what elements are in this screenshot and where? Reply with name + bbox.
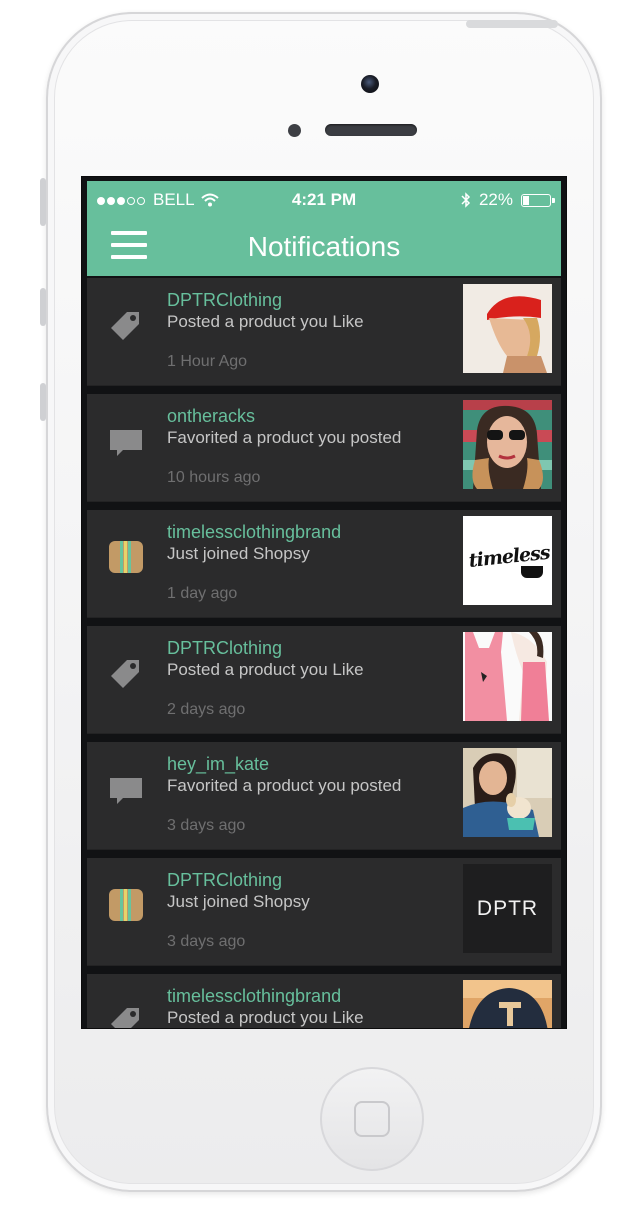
proximity-sensor [288,124,301,137]
speech-bubble-icon [107,422,145,460]
notification-time: 1 Hour Ago [167,353,248,370]
shopsy-app-icon [107,538,145,576]
navigation-bar: Notifications [87,219,561,276]
app-screen: BELL 4:21 PM 22% Notifications DPTRCloth… [81,176,567,1029]
notification-time: 2 days ago [167,701,246,718]
notification-time: 1 day ago [167,585,238,602]
notification-row[interactable]: DPTRClothing Just joined Shopsy 3 days a… [87,858,561,966]
cap-photo[interactable] [463,980,552,1028]
timeless-logo[interactable]: timeless [463,516,552,605]
front-camera [361,75,379,93]
notification-action: Posted a product you Like [167,1008,364,1027]
notification-row[interactable]: ontheracks Favorited a product you poste… [87,394,561,502]
volume-up-button [40,288,46,326]
notification-action: Favorited a product you posted [167,428,402,447]
notification-action: Posted a product you Like [167,660,364,679]
dptr-logo-text: DPTR [476,897,539,920]
notification-row[interactable]: timelessclothingbrand Just joined Shopsy… [87,510,561,618]
notification-list[interactable]: DPTRClothing Posted a product you Like 1… [87,278,561,1028]
earpiece-speaker [325,124,417,136]
notification-action: Favorited a product you posted [167,776,402,795]
home-button[interactable] [320,1067,424,1171]
red-beanie-photo[interactable] [463,284,552,373]
notification-row[interactable]: hey_im_kate Favorited a product you post… [87,742,561,850]
dptr-logo[interactable]: DPTR [463,864,552,953]
pink-tank-top-photo[interactable] [463,632,552,721]
volume-down-button [40,383,46,421]
price-tag-icon [107,306,145,344]
notification-time: 3 days ago [167,933,246,950]
notification-time: 3 days ago [167,817,246,834]
notification-username[interactable]: DPTRClothing [167,870,282,891]
power-button [466,20,558,28]
notification-username[interactable]: ontheracks [167,406,255,427]
page-title: Notifications [247,231,401,262]
notification-row[interactable]: timelessclothingbrand Posted a product y… [87,974,561,1028]
status-bar: BELL 4:21 PM 22% [87,181,561,219]
notification-row[interactable]: DPTRClothing Posted a product you Like 2… [87,626,561,734]
notification-row[interactable]: DPTRClothing Posted a product you Like 1… [87,278,561,386]
shopsy-app-icon [107,886,145,924]
notification-action: Posted a product you Like [167,312,364,331]
price-tag-icon [107,654,145,692]
girl-with-puppy-photo[interactable] [463,748,552,837]
notification-username[interactable]: hey_im_kate [167,754,269,775]
battery-icon [521,193,555,207]
notification-username[interactable]: timelessclothingbrand [167,986,341,1007]
notification-username[interactable]: DPTRClothing [167,290,282,311]
notification-time: 10 hours ago [167,469,261,486]
price-tag-icon [107,1002,145,1028]
speech-bubble-icon [107,770,145,808]
home-square-icon [354,1101,390,1137]
mute-switch [40,178,46,226]
sunglasses-portrait-photo[interactable] [463,400,552,489]
notification-username[interactable]: DPTRClothing [167,638,282,659]
bluetooth-icon [461,192,471,208]
notification-username[interactable]: timelessclothingbrand [167,522,341,543]
notification-action: Just joined Shopsy [167,892,310,911]
notification-action: Just joined Shopsy [167,544,310,563]
battery-percentage: 22% [478,190,513,209]
